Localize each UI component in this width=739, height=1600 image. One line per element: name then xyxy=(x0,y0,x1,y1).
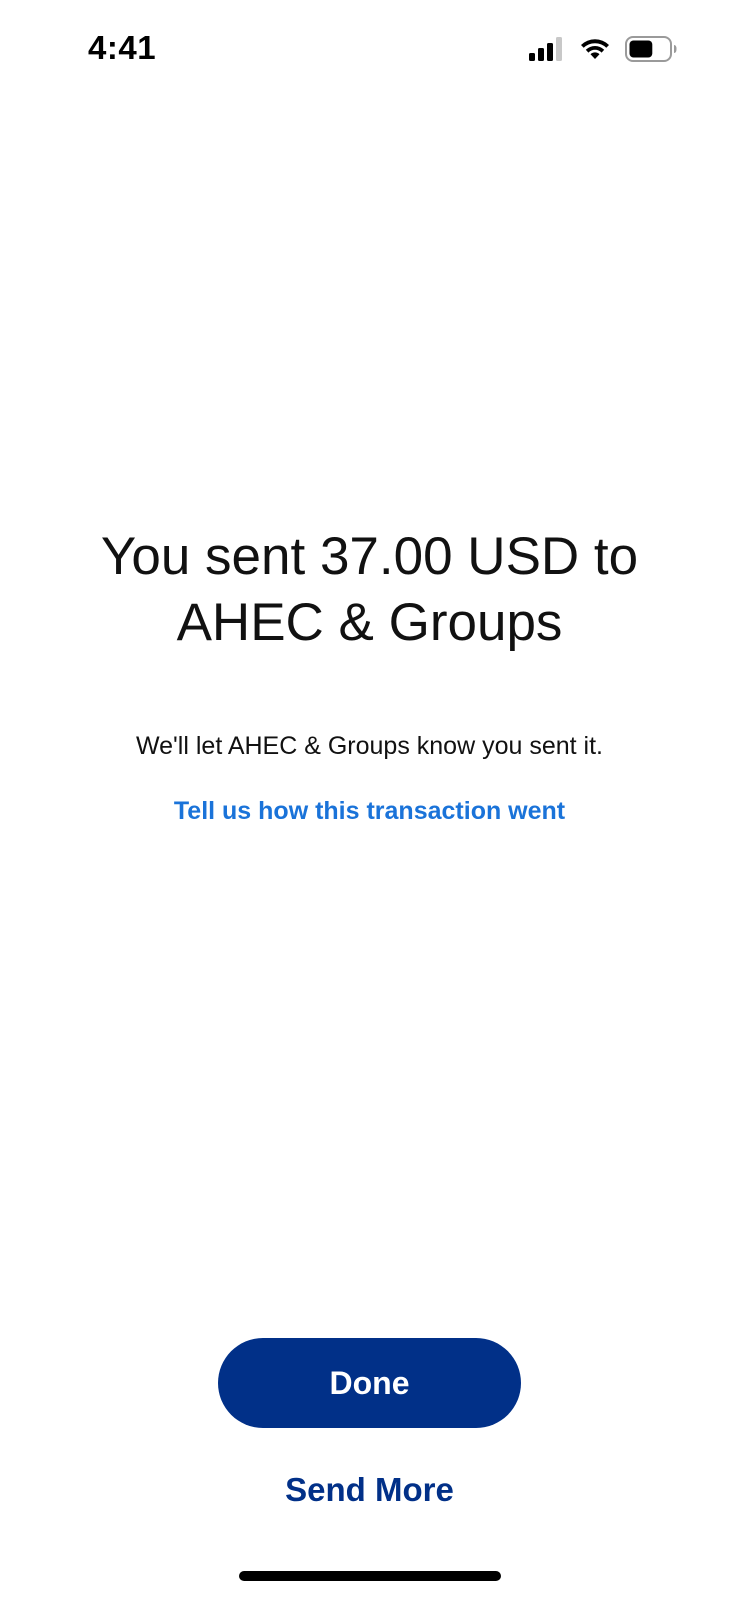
confirmation-headline: You sent 37.00 USD to AHEC & Groups xyxy=(100,527,639,652)
confirmation-subtext: We'll let AHEC & Groups know you sent it… xyxy=(135,732,603,760)
home-indicator[interactable] xyxy=(239,1571,501,1581)
done-button[interactable]: Done xyxy=(218,1338,521,1428)
feedback-link[interactable]: Tell us how this transaction went xyxy=(40,795,699,827)
confirmation-screen: You sent 37.00 USD to AHEC & Groups We'l… xyxy=(0,0,739,1600)
send-more-button[interactable]: Send More xyxy=(219,1468,520,1512)
